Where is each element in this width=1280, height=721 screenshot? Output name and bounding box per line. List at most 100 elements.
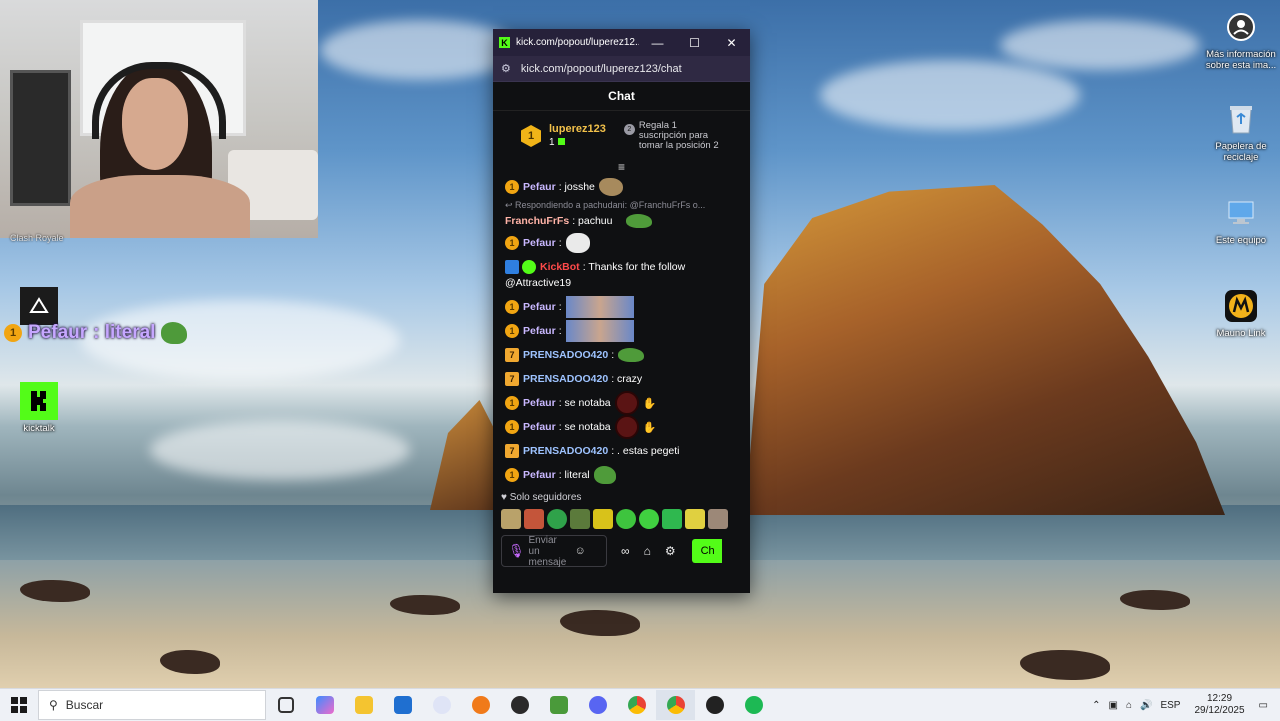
stream-chat-overlay: 1 Pefaur : literal (4, 322, 188, 344)
moderator-badge-icon (505, 260, 519, 274)
chat-username[interactable]: Pefaur (523, 421, 556, 433)
discord-icon[interactable] (578, 696, 617, 714)
network-icon[interactable]: ⌂ (1126, 700, 1132, 711)
chrome-active-icon[interactable] (656, 690, 695, 720)
rank-badge: 1 (521, 125, 541, 147)
minimize-button[interactable]: — (639, 36, 676, 50)
browser-popout-window: K kick.com/popout/luperez12... — ☐ ✕ ⚙ k… (493, 29, 750, 593)
file-explorer-icon[interactable] (344, 696, 383, 714)
computer-icon (1222, 194, 1260, 232)
chat-username[interactable]: Pefaur (523, 469, 556, 481)
emote-button-icon[interactable] (570, 509, 590, 529)
word-icon[interactable] (422, 696, 461, 714)
store-icon[interactable]: ⌂ (644, 544, 651, 558)
desktop-icon-recycle-bin[interactable]: Papelera de reciclaje (1202, 100, 1280, 163)
chat-text: : se notaba (558, 421, 611, 433)
chat-username[interactable]: PRENSADOO420 (523, 373, 608, 385)
sub-badge-icon: 7 (505, 444, 519, 458)
maximize-button[interactable]: ☐ (676, 36, 713, 50)
chat-text: : pachuu (572, 215, 613, 227)
chat-message: 1 Pefaur : josshe (505, 175, 750, 199)
emote-button-icon[interactable] (524, 509, 544, 529)
wallpaper-cloud (150, 420, 410, 480)
game-app-icon[interactable] (695, 696, 734, 714)
chat-text: : Thanks for the follow (582, 261, 686, 273)
settings-gear-icon[interactable]: ⚙ (665, 544, 676, 558)
address-bar[interactable]: ⚙ kick.com/popout/luperez123/chat (493, 56, 750, 82)
round-emote-icon (614, 391, 639, 415)
emote-button-icon[interactable] (616, 509, 636, 529)
camera-info-icon (1222, 8, 1260, 46)
hands-emote-icon: ✋ (642, 421, 657, 434)
chat-username[interactable]: KickBot (540, 261, 580, 273)
emote-button-icon[interactable] (685, 509, 705, 529)
webcam-feed (0, 0, 318, 238)
trollface-emote-icon (565, 233, 590, 253)
spotify-icon[interactable] (734, 696, 773, 714)
send-chat-button[interactable]: Ch (691, 539, 722, 563)
chat-text: @Attractive19 (505, 277, 572, 289)
infinity-icon[interactable]: ∞ (621, 544, 630, 558)
gift-count: 1 (549, 137, 555, 148)
windows-start-icon[interactable] (0, 697, 38, 713)
tray-app-icon[interactable]: ▣ (1109, 700, 1118, 711)
emote-button-icon[interactable] (547, 509, 567, 529)
task-view-icon[interactable] (266, 697, 305, 713)
emote-button-icon[interactable] (708, 509, 728, 529)
top-gifter-user[interactable]: luperez123 (549, 123, 606, 136)
app-icon (20, 287, 58, 325)
emote-button-icon[interactable] (662, 509, 682, 529)
cat-emote-icon (598, 178, 623, 196)
top-gifter-panel: 1 luperez123 1 2 Regala 1 suscripción pa… (493, 111, 750, 161)
chrome-icon[interactable] (617, 696, 656, 714)
language-indicator[interactable]: ESP (1160, 700, 1180, 711)
chat-text: : (611, 349, 615, 361)
minecraft-icon[interactable] (539, 696, 578, 714)
webcam-person-body (70, 175, 250, 238)
desktop-icon-macro[interactable]: Mauno Link (1202, 287, 1280, 339)
orange-app-icon[interactable] (461, 696, 500, 714)
chat-username[interactable]: Pefaur (523, 237, 556, 249)
desktop-icon-app[interactable] (0, 287, 78, 325)
emote-button-icon[interactable] (639, 509, 659, 529)
desktop-icon-info[interactable]: Más información sobre esta ima... (1202, 8, 1280, 71)
chat-message-input[interactable]: 🎙 Enviar un mensaje ☺ (501, 535, 607, 568)
chat-username[interactable]: FranchuFrFs (505, 215, 569, 227)
clock[interactable]: 12:29 29/12/2025 (1194, 693, 1244, 717)
taskbar: ⚲ Buscar ⌃ ▣ ⌂ 🔊 ESP 12:29 29/12/2025 ▭ (0, 688, 1280, 721)
chat-username[interactable]: Pefaur (523, 181, 556, 193)
face-emote-icon (565, 320, 634, 342)
desktop-icon-label: Este equipo (1215, 235, 1267, 246)
chat-username[interactable]: Pefaur (523, 397, 556, 409)
desktop-icon-this-pc[interactable]: Este equipo (1202, 194, 1280, 246)
emote-button-icon[interactable] (501, 509, 521, 529)
site-settings-icon[interactable]: ⚙ (501, 62, 511, 75)
chat-text: : . estas pegeti (611, 445, 680, 457)
notification-icon[interactable]: ▭ (1259, 700, 1268, 711)
chevron-up-icon[interactable]: ⌃ (1092, 700, 1100, 711)
reply-context[interactable]: ↩ Respondiendo a pachudani: @FranchuFrFs… (505, 199, 750, 211)
volume-icon[interactable]: 🔊 (1140, 700, 1152, 711)
chat-username[interactable]: Pefaur (523, 325, 556, 337)
taskbar-search-box[interactable]: ⚲ Buscar (38, 690, 266, 720)
obs-icon[interactable] (500, 696, 539, 714)
chat-message: 1 Pefaur : se notaba ✋ (505, 391, 750, 415)
emote-picker-icon[interactable]: ☺ (575, 545, 586, 557)
emote-button-icon[interactable] (593, 509, 613, 529)
sub-badge-icon: 7 (505, 372, 519, 386)
window-titlebar[interactable]: K kick.com/popout/luperez12... — ☐ ✕ (493, 29, 750, 56)
microphone-icon[interactable]: 🎙 (508, 543, 525, 559)
collapse-toggle-icon[interactable]: ≡ (493, 161, 750, 175)
chat-username[interactable]: PRENSADOO420 (523, 349, 608, 361)
desktop-icon-kicktalk[interactable]: kicktalk (0, 382, 78, 434)
wallpaper-cloud (1000, 20, 1200, 70)
copilot-icon[interactable] (305, 696, 344, 714)
pepe-emote-icon (593, 466, 616, 484)
store-app-icon[interactable] (383, 696, 422, 714)
overlay-user: Pefaur (28, 322, 88, 343)
close-button[interactable]: ✕ (713, 36, 750, 50)
chat-username[interactable]: PRENSADOO420 (523, 445, 608, 457)
webcam-caption: Clash Royale (10, 233, 64, 243)
chat-username[interactable]: Pefaur (523, 301, 556, 313)
gift-sub-prompt[interactable]: 2 Regala 1 suscripción para tomar la pos… (623, 121, 731, 151)
